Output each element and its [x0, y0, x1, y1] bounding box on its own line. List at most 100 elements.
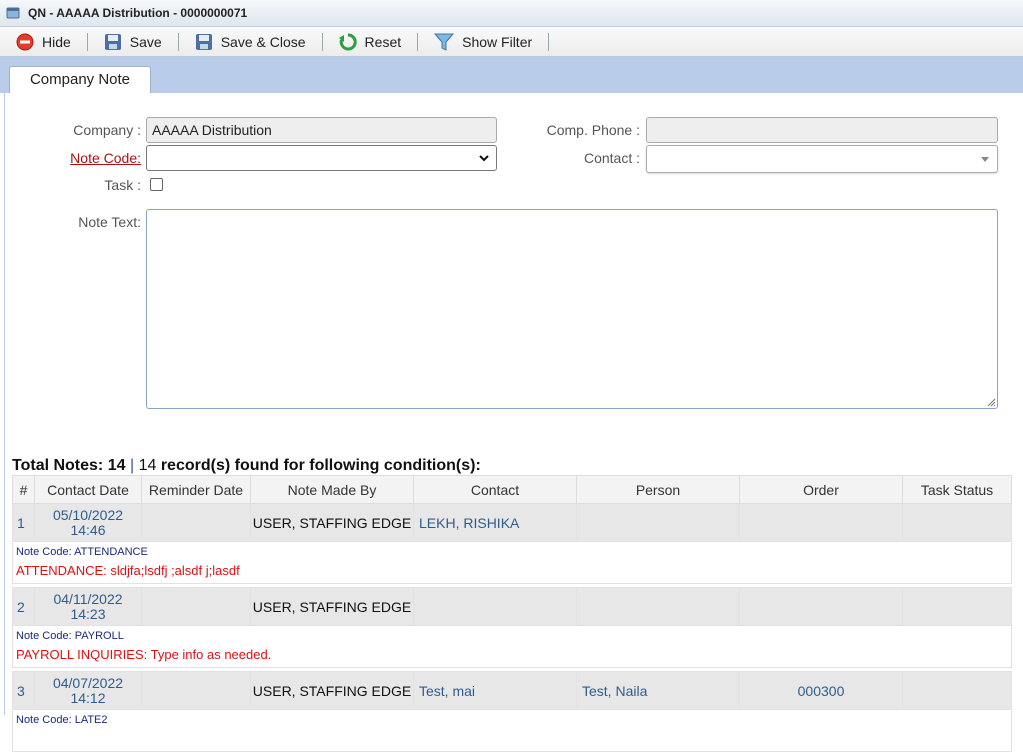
col-header-contact[interactable]: Contact — [413, 475, 577, 504]
comp-phone-field[interactable] — [646, 117, 998, 143]
notes-summary: Total Notes: 14 | 14 record(s) found for… — [12, 457, 481, 475]
contact-date-cell[interactable]: 05/10/2022 14:46 — [34, 503, 142, 542]
hide-button[interactable]: Hide — [8, 30, 79, 54]
note-detail-cell: Note Code: LATE2 — [12, 709, 1012, 752]
contact-link[interactable]: Test, mai — [413, 671, 577, 710]
company-note-panel: Company : AAAAA Distribution Note Code: … — [4, 93, 1023, 752]
person-link[interactable] — [576, 587, 740, 626]
filter-icon — [434, 33, 455, 51]
window-titlebar: QN - AAAAA Distribution - 0000000071 — [0, 0, 1023, 27]
reset-icon — [338, 32, 357, 50]
save-button[interactable]: Save — [96, 30, 170, 54]
contact-link[interactable] — [413, 587, 577, 626]
contact-date: 04/11/2022 — [53, 590, 123, 607]
note-made-by-cell: USER, STAFFING EDGE — [250, 671, 414, 710]
resize-grip-icon[interactable] — [987, 398, 996, 407]
chevron-down-icon — [479, 155, 489, 162]
note-text-area[interactable] — [146, 209, 998, 409]
dropdown-arrow-icon — [981, 157, 989, 162]
row-number: 2 — [12, 587, 35, 626]
note-text-label: Note Text: — [78, 214, 141, 230]
reminder-date-cell — [141, 671, 251, 710]
task-label: Task : — [104, 177, 141, 193]
note-body-text: PAYROLL INQUIRIES: Type info as needed. — [16, 647, 272, 662]
show-filter-button[interactable]: Show Filter — [426, 30, 540, 54]
toolbar-divider — [177, 32, 179, 51]
contact-date: 04/07/2022 — [52, 674, 124, 691]
toolbar: Hide Save Save & Close Reset Show Filter — [0, 27, 1023, 57]
toolbar-divider — [417, 32, 419, 51]
comp-phone-label: Comp. Phone : — [546, 122, 640, 138]
order-link[interactable] — [739, 587, 903, 626]
task-status-cell — [902, 587, 1012, 626]
table-row[interactable]: 2 04/11/2022 14:23 USER, STAFFING EDGE — [12, 587, 1012, 626]
record-count: 14 — [138, 457, 157, 474]
table-header-row: # Contact Date Reminder Date Note Made B… — [12, 475, 1012, 504]
col-header-person[interactable]: Person — [576, 475, 740, 504]
table-row[interactable]: 1 05/10/2022 14:46 USER, STAFFING EDGE L… — [12, 503, 1012, 542]
notes-table: # Contact Date Reminder Date Note Made B… — [12, 475, 1012, 752]
reminder-date-cell — [141, 587, 251, 626]
note-code-select[interactable] — [146, 145, 497, 171]
note-detail-cell: Note Code: PAYROLL PAYROLL INQUIRIES: Ty… — [12, 625, 1012, 668]
note-code-text: Note Code: LATE2 — [16, 714, 108, 726]
hide-icon — [16, 33, 34, 50]
col-header-reminder-date[interactable]: Reminder Date — [141, 475, 251, 504]
col-header-task-status[interactable]: Task Status — [902, 475, 1012, 504]
contact-label: Contact : — [583, 150, 640, 166]
contact-date-cell[interactable]: 04/07/2022 14:12 — [34, 671, 142, 710]
save-icon — [104, 33, 121, 50]
contact-time: 14:46 — [70, 521, 106, 538]
contact-time: 14:12 — [70, 689, 106, 706]
task-status-cell — [902, 503, 1012, 542]
window-title: QN - AAAAA Distribution - 0000000071 — [28, 6, 248, 20]
reminder-date-cell — [141, 503, 251, 542]
col-header-note-made-by[interactable]: Note Made By — [250, 475, 414, 504]
note-detail-row: Note Code: ATTENDANCE ATTENDANCE: sldjfa… — [12, 541, 1012, 584]
company-label: Company : — [73, 122, 141, 138]
reset-label: Reset — [364, 33, 402, 50]
task-checkbox[interactable] — [150, 178, 163, 191]
order-link[interactable] — [739, 503, 903, 542]
note-detail-row: Note Code: PAYROLL PAYROLL INQUIRIES: Ty… — [12, 625, 1012, 668]
tab-strip: Company Note — [0, 57, 1023, 93]
note-code-text: Note Code: ATTENDANCE — [16, 546, 148, 558]
note-detail-row: Note Code: LATE2 — [12, 709, 1012, 752]
contact-combobox[interactable] — [646, 145, 998, 173]
task-status-cell — [902, 671, 1012, 710]
note-code-label[interactable]: Note Code: — [70, 150, 141, 166]
save-close-label: Save & Close — [220, 33, 306, 50]
row-number: 1 — [12, 503, 35, 542]
save-close-icon — [195, 33, 212, 50]
note-made-by-cell: USER, STAFFING EDGE — [250, 503, 414, 542]
contact-link[interactable]: LEKH, RISHIKA — [413, 503, 577, 542]
hide-label: Hide — [42, 33, 71, 50]
col-header-order[interactable]: Order — [739, 475, 903, 504]
app-window-icon — [6, 7, 20, 19]
toolbar-divider — [548, 32, 550, 51]
col-header-contact-date[interactable]: Contact Date — [34, 475, 142, 504]
summary-separator: | — [129, 457, 135, 474]
toolbar-divider — [86, 32, 88, 51]
tab-company-note[interactable]: Company Note — [9, 66, 151, 93]
person-link[interactable]: Test, Naila — [576, 671, 740, 710]
condition-text: record(s) found for following condition(… — [160, 457, 481, 474]
note-code-text: Note Code: PAYROLL — [16, 630, 124, 642]
note-made-by-cell: USER, STAFFING EDGE — [250, 587, 414, 626]
table-row[interactable]: 3 04/07/2022 14:12 USER, STAFFING EDGE T… — [12, 671, 1012, 710]
person-link[interactable] — [576, 503, 740, 542]
save-label: Save — [129, 33, 162, 50]
order-link[interactable]: 000300 — [739, 671, 903, 710]
note-body-text: ATTENDANCE: sldjfa;lsdfj ;alsdf j;lasdf — [16, 563, 240, 578]
reset-button[interactable]: Reset — [331, 30, 410, 54]
row-number: 3 — [12, 671, 35, 710]
save-close-button[interactable]: Save & Close — [187, 30, 314, 54]
contact-date-cell[interactable]: 04/11/2022 14:23 — [34, 587, 142, 626]
company-field[interactable]: AAAAA Distribution — [146, 117, 497, 143]
col-header-number[interactable]: # — [12, 475, 35, 504]
toolbar-divider — [321, 32, 323, 51]
contact-time: 14:23 — [70, 605, 106, 622]
contact-date: 05/10/2022 — [52, 506, 124, 523]
total-notes: Total Notes: 14 — [12, 457, 126, 474]
note-detail-cell: Note Code: ATTENDANCE ATTENDANCE: sldjfa… — [12, 541, 1012, 584]
